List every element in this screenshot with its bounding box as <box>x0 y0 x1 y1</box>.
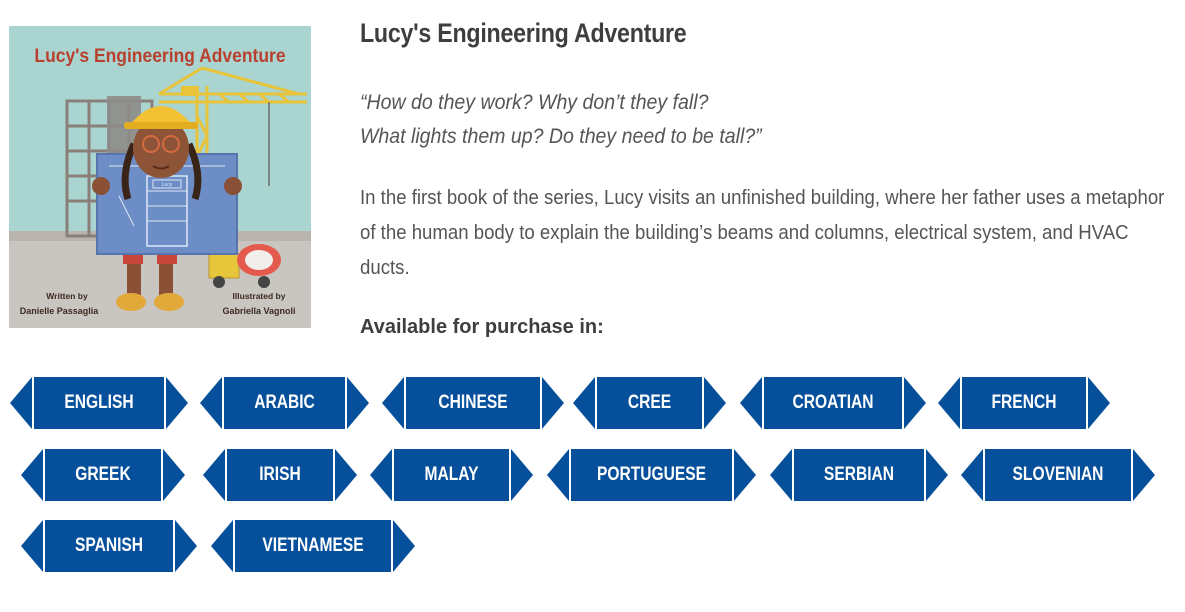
cover-sign-text: Lucy <box>162 182 173 188</box>
book-description: In the first book of the series, Lucy vi… <box>360 187 1165 279</box>
ribbon-right-point <box>175 520 197 572</box>
language-button-label: MALAY <box>424 464 479 485</box>
ribbon-left-point <box>10 377 32 429</box>
ribbon-left-point <box>203 449 225 501</box>
ribbon-right-point <box>542 377 564 429</box>
language-button-label: GREEK <box>75 464 131 485</box>
ribbon-left-point <box>200 377 222 429</box>
ribbon-left-point <box>961 449 983 501</box>
ribbon-left-point <box>21 520 43 572</box>
ribbon-right-point <box>163 449 185 501</box>
ribbon-left-point <box>938 377 960 429</box>
language-button-vietnamese[interactable]: VIETNAMESE <box>211 518 415 574</box>
language-button-label: SERBIAN <box>823 464 895 485</box>
ribbon-right-point <box>1133 449 1155 501</box>
language-button-label: PORTUGUESE <box>596 464 707 485</box>
language-button-label: SLOVENIAN <box>1012 464 1104 485</box>
language-button-label: CREE <box>627 392 672 413</box>
cover-illustrator: Gabriella Vagnoli <box>222 306 295 316</box>
ribbon-left-point <box>21 449 43 501</box>
cover-written-by: Written by <box>46 291 88 301</box>
ribbon-right-point <box>335 449 357 501</box>
language-button-greek[interactable]: GREEK <box>21 447 185 503</box>
language-button-cree[interactable]: CREE <box>573 375 726 431</box>
language-button-spanish[interactable]: SPANISH <box>21 518 197 574</box>
language-button-label: CHINESE <box>438 392 508 413</box>
ribbon-left-point <box>370 449 392 501</box>
cover-author: Danielle Passaglia <box>20 306 100 316</box>
language-button-chinese[interactable]: CHINESE <box>382 375 564 431</box>
ribbon-left-point <box>547 449 569 501</box>
language-button-label: ARABIC <box>254 392 315 413</box>
book-cover-image[interactable]: Lucy's Engineering Adventure Written by … <box>9 26 311 328</box>
available-label: Available for purchase in: <box>360 316 604 338</box>
language-button-arabic[interactable]: ARABIC <box>200 375 369 431</box>
language-button-irish[interactable]: IRISH <box>203 447 357 503</box>
language-button-english[interactable]: ENGLISH <box>10 375 188 431</box>
ribbon-right-point <box>734 449 756 501</box>
ribbon-right-point <box>393 520 415 572</box>
ribbon-left-point <box>770 449 792 501</box>
book-title: Lucy's Engineering Adventure <box>360 18 687 48</box>
language-button-croatian[interactable]: CROATIAN <box>740 375 926 431</box>
language-button-label: FRENCH <box>991 392 1057 413</box>
language-button-portuguese[interactable]: PORTUGUESE <box>547 447 756 503</box>
ribbon-right-point <box>166 377 188 429</box>
ribbon-right-point <box>926 449 948 501</box>
cover-title: Lucy's Engineering Adventure <box>34 44 285 66</box>
ribbon-right-point <box>347 377 369 429</box>
ribbon-left-point <box>573 377 595 429</box>
ribbon-left-point <box>382 377 404 429</box>
quote-line-2: What lights them up? Do they need to be … <box>360 125 762 148</box>
quote-line-1: “How do they work? Why don’t they fall? <box>360 91 709 114</box>
language-button-french[interactable]: FRENCH <box>938 375 1110 431</box>
ribbon-right-point <box>1088 377 1110 429</box>
language-button-label: ENGLISH <box>64 392 134 413</box>
language-button-label: IRISH <box>259 464 301 485</box>
ribbon-right-point <box>904 377 926 429</box>
ribbon-left-point <box>211 520 233 572</box>
language-button-label: CROATIAN <box>792 392 874 413</box>
language-button-serbian[interactable]: SERBIAN <box>770 447 948 503</box>
ribbon-right-point <box>511 449 533 501</box>
language-button-label: SPANISH <box>74 535 144 556</box>
cover-illustrated-by: Illustrated by <box>233 291 286 301</box>
ribbon-right-point <box>704 377 726 429</box>
ribbon-left-point <box>740 377 762 429</box>
language-button-slovenian[interactable]: SLOVENIAN <box>961 447 1155 503</box>
book-quote: “How do they work? Why don’t they fall? … <box>360 86 762 154</box>
language-button-malay[interactable]: MALAY <box>370 447 533 503</box>
language-button-label: VIETNAMESE <box>262 535 364 556</box>
